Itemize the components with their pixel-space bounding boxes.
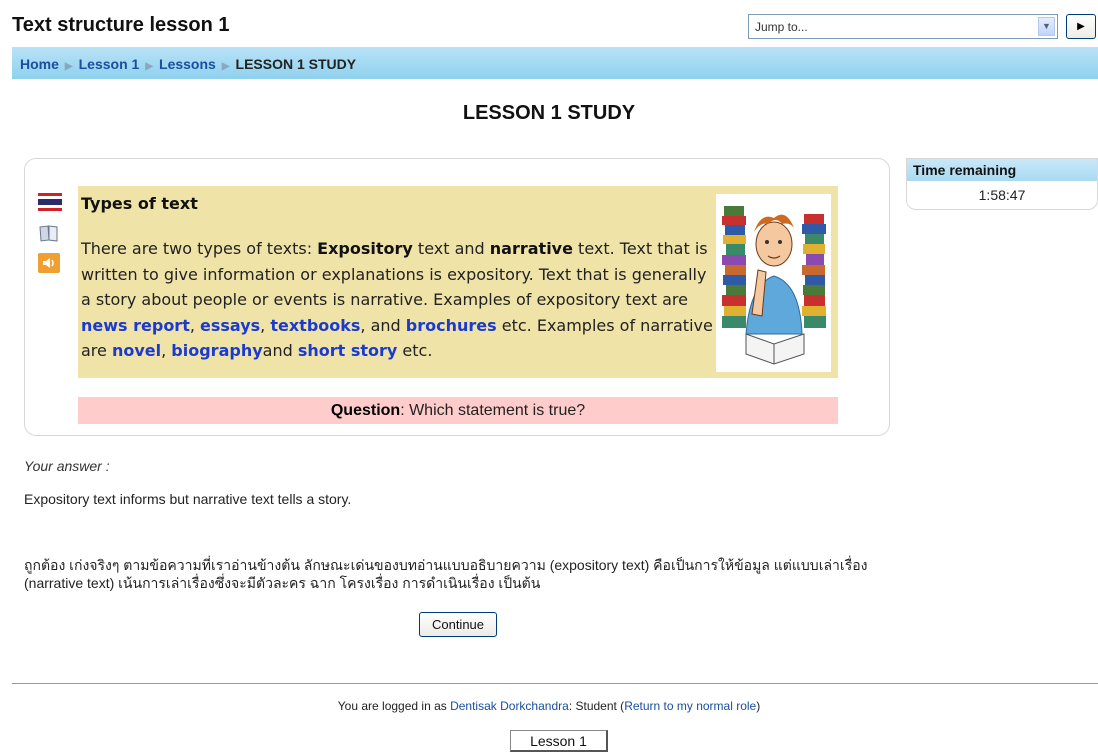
link-short-story[interactable]: short story [298,341,398,360]
body-text: and [262,341,298,360]
link-textbooks[interactable]: textbooks [270,316,360,335]
breadcrumb-separator-icon: ▶ [64,61,73,72]
lesson-text-panel: Types of text There are two types of tex… [78,186,838,378]
breadcrumb: Home ▶ Lesson 1 ▶ Lessons ▶ LESSON 1 STUDY [20,56,356,72]
breadcrumb-lessons[interactable]: Lessons [159,56,216,72]
question-label: Question [330,402,401,419]
breadcrumb-separator-icon: ▶ [221,61,230,72]
lesson-home-button[interactable]: Lesson 1 [510,730,608,752]
login-info: You are logged in as Dentisak Dorkchandr… [0,699,1098,713]
breadcrumb-lesson-1[interactable]: Lesson 1 [79,56,140,72]
question-text: : Which statement is true? [400,402,586,419]
thai-flag-icon[interactable] [38,193,62,211]
book-icon[interactable] [38,224,60,242]
chevron-down-icon[interactable]: ▼ [1038,17,1055,36]
body-text: text and [412,239,490,258]
go-button[interactable]: ▶ [1066,14,1096,39]
page-title: LESSON 1 STUDY [462,102,636,124]
link-brochures[interactable]: brochures [406,316,497,335]
time-remaining-block: Time remaining 1:58:47 [906,158,1098,210]
continue-button[interactable]: Continue [419,612,497,637]
your-answer-label: Your answer : [24,458,110,474]
content-title: Types of text [81,194,198,213]
body-text: , [161,341,172,360]
time-remaining-label: Time remaining [907,159,1097,181]
body-text: etc. [397,341,433,360]
jump-to-select[interactable]: Jump to... ▼ [748,14,1058,39]
question-bar: Question: Which statement is true? [78,397,838,424]
body-text: , [260,315,271,335]
link-news-report[interactable]: news report [81,316,190,335]
link-novel[interactable]: novel [112,341,161,360]
breadcrumb-separator-icon: ▶ [145,61,154,72]
link-biography[interactable]: biography [171,341,262,360]
breadcrumb-home[interactable]: Home [20,56,59,72]
page-header: Text structure lesson 1 Jump to... ▼ ▶ [0,0,1098,46]
login-prefix: You are logged in as [337,699,451,713]
body-text: , and [360,315,406,335]
breadcrumb-current: LESSON 1 STUDY [235,56,357,72]
time-remaining-value: 1:58:47 [978,187,1026,203]
user-profile-link[interactable]: Dentisak Dorkchandra [450,699,569,713]
audio-speaker-icon[interactable] [38,253,60,273]
return-to-normal-role-link[interactable]: Return to my normal role [624,699,756,713]
site-title: Text structure lesson 1 [12,14,230,36]
body-bold-expository: Expository [317,239,413,258]
breadcrumb-bar: Home ▶ Lesson 1 ▶ Lessons ▶ LESSON 1 STUDY [12,47,1098,79]
link-essays[interactable]: essays [200,316,260,335]
body-bold-narrative: narrative [489,239,573,258]
body-text: There are two types of texts: [81,239,318,258]
body-text: , [189,315,201,335]
language-icons [38,193,64,273]
login-role: : Student ( [568,699,625,713]
content-body: There are two types of texts: Expository… [81,236,713,364]
feedback-text: ถูกต้อง เก่งจริงๆ ตามข้อความที่เราอ่านข้… [24,557,868,591]
login-suffix: ) [756,699,761,713]
footer-divider [12,683,1098,684]
student-with-books-illustration [716,194,831,372]
jump-to-value: Jump to... [755,20,808,34]
your-answer-text: Expository text informs but narrative te… [24,491,352,507]
